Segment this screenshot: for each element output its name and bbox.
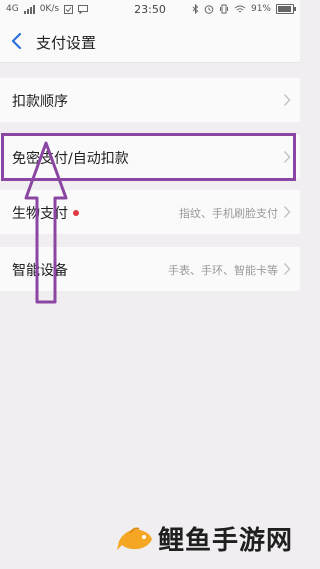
settings-item-label-wrap: 生物支付 xyxy=(12,203,79,223)
vibrate-icon xyxy=(219,4,228,14)
settings-item-label: 生物支付 xyxy=(12,206,68,222)
watermark-text: 鲤鱼手游网 xyxy=(158,526,294,556)
chevron-right-icon xyxy=(283,262,291,276)
page-title: 支付设置 xyxy=(36,34,97,52)
settings-item-label: 免密支付/自动扣款 xyxy=(12,151,129,167)
status-bar: 4G 0K/s 23:50 91% xyxy=(0,0,300,20)
wifi-icon xyxy=(234,5,246,12)
watermark: 鲤鱼手游网 xyxy=(116,520,293,557)
settings-item-label: 扣款顺序 xyxy=(12,94,68,110)
settings-item-label: 智能设备 xyxy=(12,263,68,279)
status-right: 91% xyxy=(192,4,296,14)
new-badge-dot xyxy=(73,210,79,216)
navigation-bar: 支付设置 xyxy=(0,20,300,63)
settings-item-deduction-order[interactable]: 扣款顺序 xyxy=(0,78,300,122)
battery-percent: 91% xyxy=(250,4,271,14)
battery-fill xyxy=(278,6,291,12)
fish-logo-icon xyxy=(117,527,152,550)
chevron-right-icon xyxy=(283,93,291,107)
battery-icon xyxy=(276,4,296,14)
chevron-right-icon xyxy=(283,150,291,164)
settings-item-smart-devices[interactable]: 智能设备 手表、手环、智能卡等 xyxy=(0,247,300,291)
back-arrow-icon[interactable] xyxy=(8,30,26,52)
chevron-right-icon xyxy=(283,205,291,219)
settings-item-biometric-payment[interactable]: 生物支付 指纹、手机刷脸支付 xyxy=(0,190,300,234)
alarm-icon xyxy=(204,5,214,14)
settings-item-value: 指纹、手机刷脸支付 xyxy=(179,207,278,220)
bluetooth-icon xyxy=(192,4,199,14)
settings-item-password-free-payment[interactable]: 免密支付/自动扣款 xyxy=(0,135,300,179)
settings-item-value: 手表、手环、智能卡等 xyxy=(168,264,278,277)
